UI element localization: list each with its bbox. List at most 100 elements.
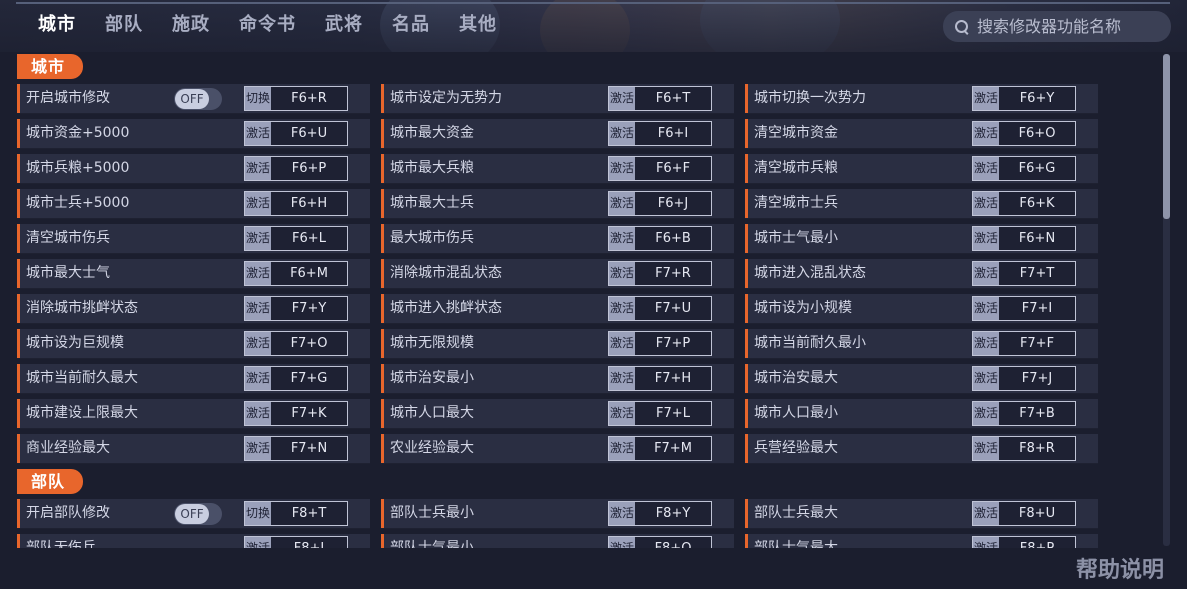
hotkey-button[interactable]: 激活F8+O <box>608 536 712 548</box>
feature-row[interactable]: 城市最大兵粮 激活 F6+F <box>381 154 734 183</box>
feature-row[interactable]: 城市治安最小 激活 F7+H <box>381 364 734 393</box>
feature-row[interactable]: 城市当前耐久最大 激活 F7+G <box>17 364 370 393</box>
hotkey-button[interactable]: 激活 F6+F <box>608 156 712 181</box>
hotkey-button[interactable]: 激活 F7+J <box>972 366 1076 391</box>
hotkey-button[interactable]: 激活 F7+B <box>972 401 1076 426</box>
hotkey-key: F8+P <box>999 537 1075 548</box>
feature-row[interactable]: 城市治安最大 激活 F7+J <box>745 364 1098 393</box>
feature-row[interactable]: 城市最大士兵 激活 F6+J <box>381 189 734 218</box>
tab-1[interactable]: 部队 <box>105 12 143 38</box>
scrollbar[interactable] <box>1163 54 1170 546</box>
section-header: 部队 <box>17 469 83 494</box>
hotkey-button[interactable]: 激活F8+I <box>244 536 348 548</box>
feature-row[interactable]: 部队士兵最小 激活 F8+Y <box>381 499 734 528</box>
tab-bar: 城市 部队 施政 命令书 武将 名品 其他 <box>38 12 526 38</box>
feature-row[interactable]: 城市兵粮+5000 激活 F6+P <box>17 154 370 183</box>
hotkey-button[interactable]: 激活 F8+Y <box>608 501 712 526</box>
feature-row[interactable]: 城市设为巨规模 激活 F7+O <box>17 329 370 358</box>
tab-4[interactable]: 武将 <box>325 12 363 38</box>
feature-row[interactable]: 城市进入挑衅状态 激活 F7+U <box>381 294 734 323</box>
hotkey-button[interactable]: 激活 F8+R <box>972 436 1076 461</box>
hotkey-button[interactable]: 激活 F7+P <box>608 331 712 356</box>
feature-row[interactable]: 城市当前耐久最小 激活 F7+F <box>745 329 1098 358</box>
help-button[interactable]: 帮助说明 <box>1076 552 1164 584</box>
hotkey-button[interactable]: 激活 F7+F <box>972 331 1076 356</box>
hotkey-button[interactable]: 激活 F6+O <box>972 121 1076 146</box>
hotkey-button[interactable]: 激活 F6+M <box>244 261 348 286</box>
scrollbar-thumb[interactable] <box>1163 54 1170 219</box>
hotkey-button[interactable]: 激活 F6+P <box>244 156 348 181</box>
feature-label: 城市当前耐久最小 <box>754 335 866 351</box>
hotkey-button[interactable]: 激活 F8+U <box>972 501 1076 526</box>
hotkey-button[interactable]: 激活 F7+H <box>608 366 712 391</box>
hotkey-button[interactable]: 激活 F6+H <box>244 191 348 216</box>
tab-5[interactable]: 名品 <box>392 12 430 38</box>
hotkey-button[interactable]: 激活 F7+N <box>244 436 348 461</box>
hotkey-button[interactable]: 激活 F7+I <box>972 296 1076 321</box>
search-box[interactable] <box>943 11 1171 42</box>
feature-row[interactable]: 消除城市混乱状态 激活 F7+R <box>381 259 734 288</box>
feature-row[interactable]: 城市士兵+5000 激活 F6+H <box>17 189 370 218</box>
feature-row[interactable]: 最大城市伤兵 激活 F6+B <box>381 224 734 253</box>
hotkey-button[interactable]: 激活 F7+R <box>608 261 712 286</box>
hotkey-button[interactable]: 切换 F8+T <box>244 501 348 526</box>
feature-row[interactable]: 城市士气最小 激活 F6+N <box>745 224 1098 253</box>
hotkey-button[interactable]: 激活 F7+O <box>244 331 348 356</box>
hotkey-button[interactable]: 激活 F6+L <box>244 226 348 251</box>
hotkey-button[interactable]: 切换 F6+R <box>244 86 348 111</box>
tab-0[interactable]: 城市 <box>38 12 76 38</box>
hotkey-button[interactable]: 激活 F6+U <box>244 121 348 146</box>
feature-row[interactable]: 城市无限规模 激活 F7+P <box>381 329 734 358</box>
hotkey-button[interactable]: 激活 F7+M <box>608 436 712 461</box>
feature-row[interactable]: 兵营经验最大 激活 F8+R <box>745 434 1098 463</box>
hotkey-button[interactable]: 激活 F6+T <box>608 86 712 111</box>
feature-row[interactable]: 城市最大资金 激活 F6+I <box>381 119 734 148</box>
feature-row[interactable]: 商业经验最大 激活 F7+N <box>17 434 370 463</box>
tab-2[interactable]: 施政 <box>172 12 210 38</box>
feature-row[interactable]: 清空城市伤兵 激活 F6+L <box>17 224 370 253</box>
tab-6[interactable]: 其他 <box>459 12 497 38</box>
hotkey-button[interactable]: 激活 F7+L <box>608 401 712 426</box>
hotkey-button[interactable]: 激活 F6+G <box>972 156 1076 181</box>
toggle-switch[interactable]: OFF <box>174 88 222 110</box>
feature-row[interactable]: 开启部队修改 OFF 切换 F8+T <box>17 499 370 528</box>
hotkey-button[interactable]: 激活 F6+I <box>608 121 712 146</box>
hotkey-button[interactable]: 激活 F7+U <box>608 296 712 321</box>
feature-list[interactable]: 城市 开启城市修改 OFF 切换 F6+R 城市设定为无势力 激活 F6+T 城市切换一次势力激… <box>0 52 1160 548</box>
feature-row[interactable]: 城市切换一次势力 激活 F6+Y <box>745 84 1098 113</box>
hotkey-button[interactable]: 激活 F6+N <box>972 226 1076 251</box>
feature-row[interactable]: 清空城市资金 激活 F6+O <box>745 119 1098 148</box>
feature-row[interactable]: 消除城市挑衅状态 激活 F7+Y <box>17 294 370 323</box>
feature-row[interactable]: 部队士气最小 激活F8+O <box>381 534 734 548</box>
hotkey-button[interactable]: 激活 F6+J <box>608 191 712 216</box>
feature-row[interactable]: 城市人口最小 激活 F7+B <box>745 399 1098 428</box>
feature-row[interactable]: 城市最大士气 激活 F6+M <box>17 259 370 288</box>
feature-row[interactable]: 部队士兵最大 激活 F8+U <box>745 499 1098 528</box>
feature-row[interactable]: 城市资金+5000 激活 F6+U <box>17 119 370 148</box>
hotkey-key: F7+P <box>655 336 691 351</box>
feature-row[interactable]: 开启城市修改 OFF 切换 F6+R <box>17 84 370 113</box>
search-input[interactable] <box>977 17 1167 36</box>
hotkey-button[interactable]: 激活 F7+K <box>244 401 348 426</box>
hotkey-button[interactable]: 激活 F6+B <box>608 226 712 251</box>
tab-3[interactable]: 命令书 <box>239 12 296 38</box>
toggle-switch[interactable]: OFF <box>174 503 222 525</box>
feature-row[interactable]: 城市设为小规模 激活 F7+I <box>745 294 1098 323</box>
feature-row[interactable]: 清空城市士兵 激活 F6+K <box>745 189 1098 218</box>
feature-row[interactable]: 城市设定为无势力 激活 F6+T <box>381 84 734 113</box>
hotkey-button[interactable]: 激活F8+P <box>972 536 1076 548</box>
hotkey-button[interactable]: 激活 F6+K <box>972 191 1076 216</box>
hotkey-key: F7+F <box>1019 336 1055 351</box>
feature-row[interactable]: 农业经验最大 激活 F7+M <box>381 434 734 463</box>
feature-row[interactable]: 城市进入混乱状态 激活 F7+T <box>745 259 1098 288</box>
feature-row[interactable]: 城市人口最大 激活 F7+L <box>381 399 734 428</box>
feature-row[interactable]: 清空城市兵粮 激活 F6+G <box>745 154 1098 183</box>
feature-row[interactable]: 城市建设上限最大 激活 F7+K <box>17 399 370 428</box>
hotkey-button[interactable]: 激活 F7+G <box>244 366 348 391</box>
hotkey-key: F7+U <box>654 301 692 316</box>
feature-row[interactable]: 部队无伤兵 激活F8+I <box>17 534 370 548</box>
hotkey-button[interactable]: 激活 F7+T <box>972 261 1076 286</box>
hotkey-button[interactable]: 激活 F6+Y <box>972 86 1076 111</box>
hotkey-button[interactable]: 激活 F7+Y <box>244 296 348 321</box>
feature-row[interactable]: 部队士气最大 激活F8+P <box>745 534 1098 548</box>
